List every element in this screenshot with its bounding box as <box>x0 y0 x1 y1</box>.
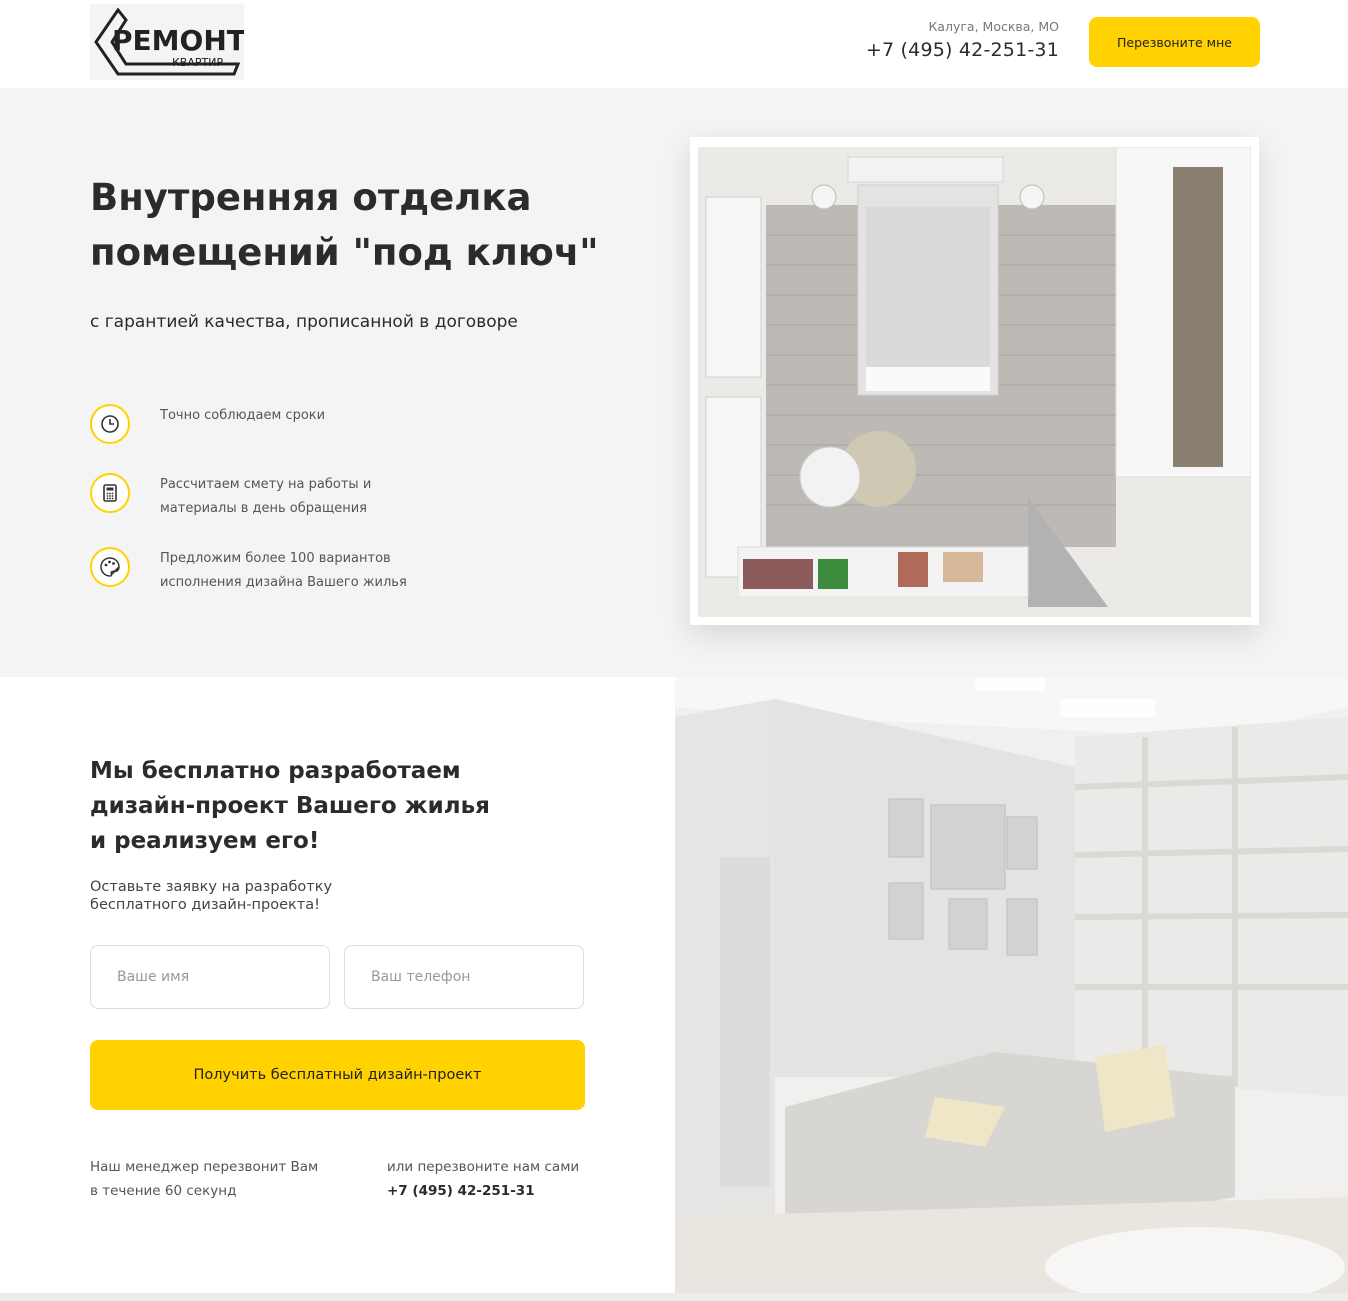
feature-text: Рассчитаем смету на работы и материалы в… <box>160 477 372 516</box>
living-room-photo <box>675 677 1348 1293</box>
hero-section: Внутренняя отделка помещений "под ключ" … <box>0 88 1348 677</box>
header-phone[interactable]: +7 (495) 42-251-31 <box>840 39 1059 61</box>
design-form-section: Мы бесплатно разработаем дизайн-проект В… <box>0 677 675 1293</box>
feature-text: Предложим более 100 вариантов исполнения… <box>160 551 407 590</box>
hero-title: Внутренняя отделка помещений "под ключ" <box>90 176 599 274</box>
logo-sub: КВАРТИР <box>172 56 223 69</box>
site-header: РЕМОНТ КВАРТИР Калуга, Москва, МО +7 (49… <box>0 0 1348 88</box>
room-plan-image <box>690 137 1259 625</box>
name-input[interactable] <box>90 945 330 1009</box>
self-call-text: или перезвоните нам сами <box>387 1159 580 1175</box>
logo-word: РЕМОНТ <box>112 24 244 57</box>
feature-deadlines: Точно соблюдаем сроки <box>90 404 510 464</box>
callback-button[interactable]: Перезвоните мне <box>1089 17 1260 67</box>
palette-icon <box>90 547 130 587</box>
get-design-project-button[interactable]: Получить бесплатный дизайн-проект <box>90 1040 585 1110</box>
manager-callback-note: Наш менеджер перезвонит Вам в течение 60… <box>90 1159 319 1199</box>
footer-strip <box>0 1293 1348 1301</box>
form-subtitle: Оставьте заявку на разработку бесплатног… <box>90 879 333 913</box>
feature-estimate: Рассчитаем смету на работы и материалы в… <box>90 473 510 533</box>
form-phone[interactable]: +7 (495) 42-251-31 <box>387 1179 607 1203</box>
form-title: Мы бесплатно разработаем дизайн-проект В… <box>90 758 490 854</box>
feature-text: Точно соблюдаем сроки <box>160 408 326 423</box>
logo[interactable]: РЕМОНТ КВАРТИР <box>90 4 244 80</box>
clock-icon <box>90 404 130 444</box>
region-text: Калуга, Москва, МО <box>928 19 1059 34</box>
phone-input[interactable] <box>344 945 584 1009</box>
hero-subtitle: с гарантией качества, прописанной в дого… <box>90 312 518 332</box>
self-call-note: или перезвоните нам сами +7 (495) 42-251… <box>387 1155 607 1203</box>
calculator-icon <box>90 473 130 513</box>
feature-design-variants: Предложим более 100 вариантов исполнения… <box>90 547 510 607</box>
